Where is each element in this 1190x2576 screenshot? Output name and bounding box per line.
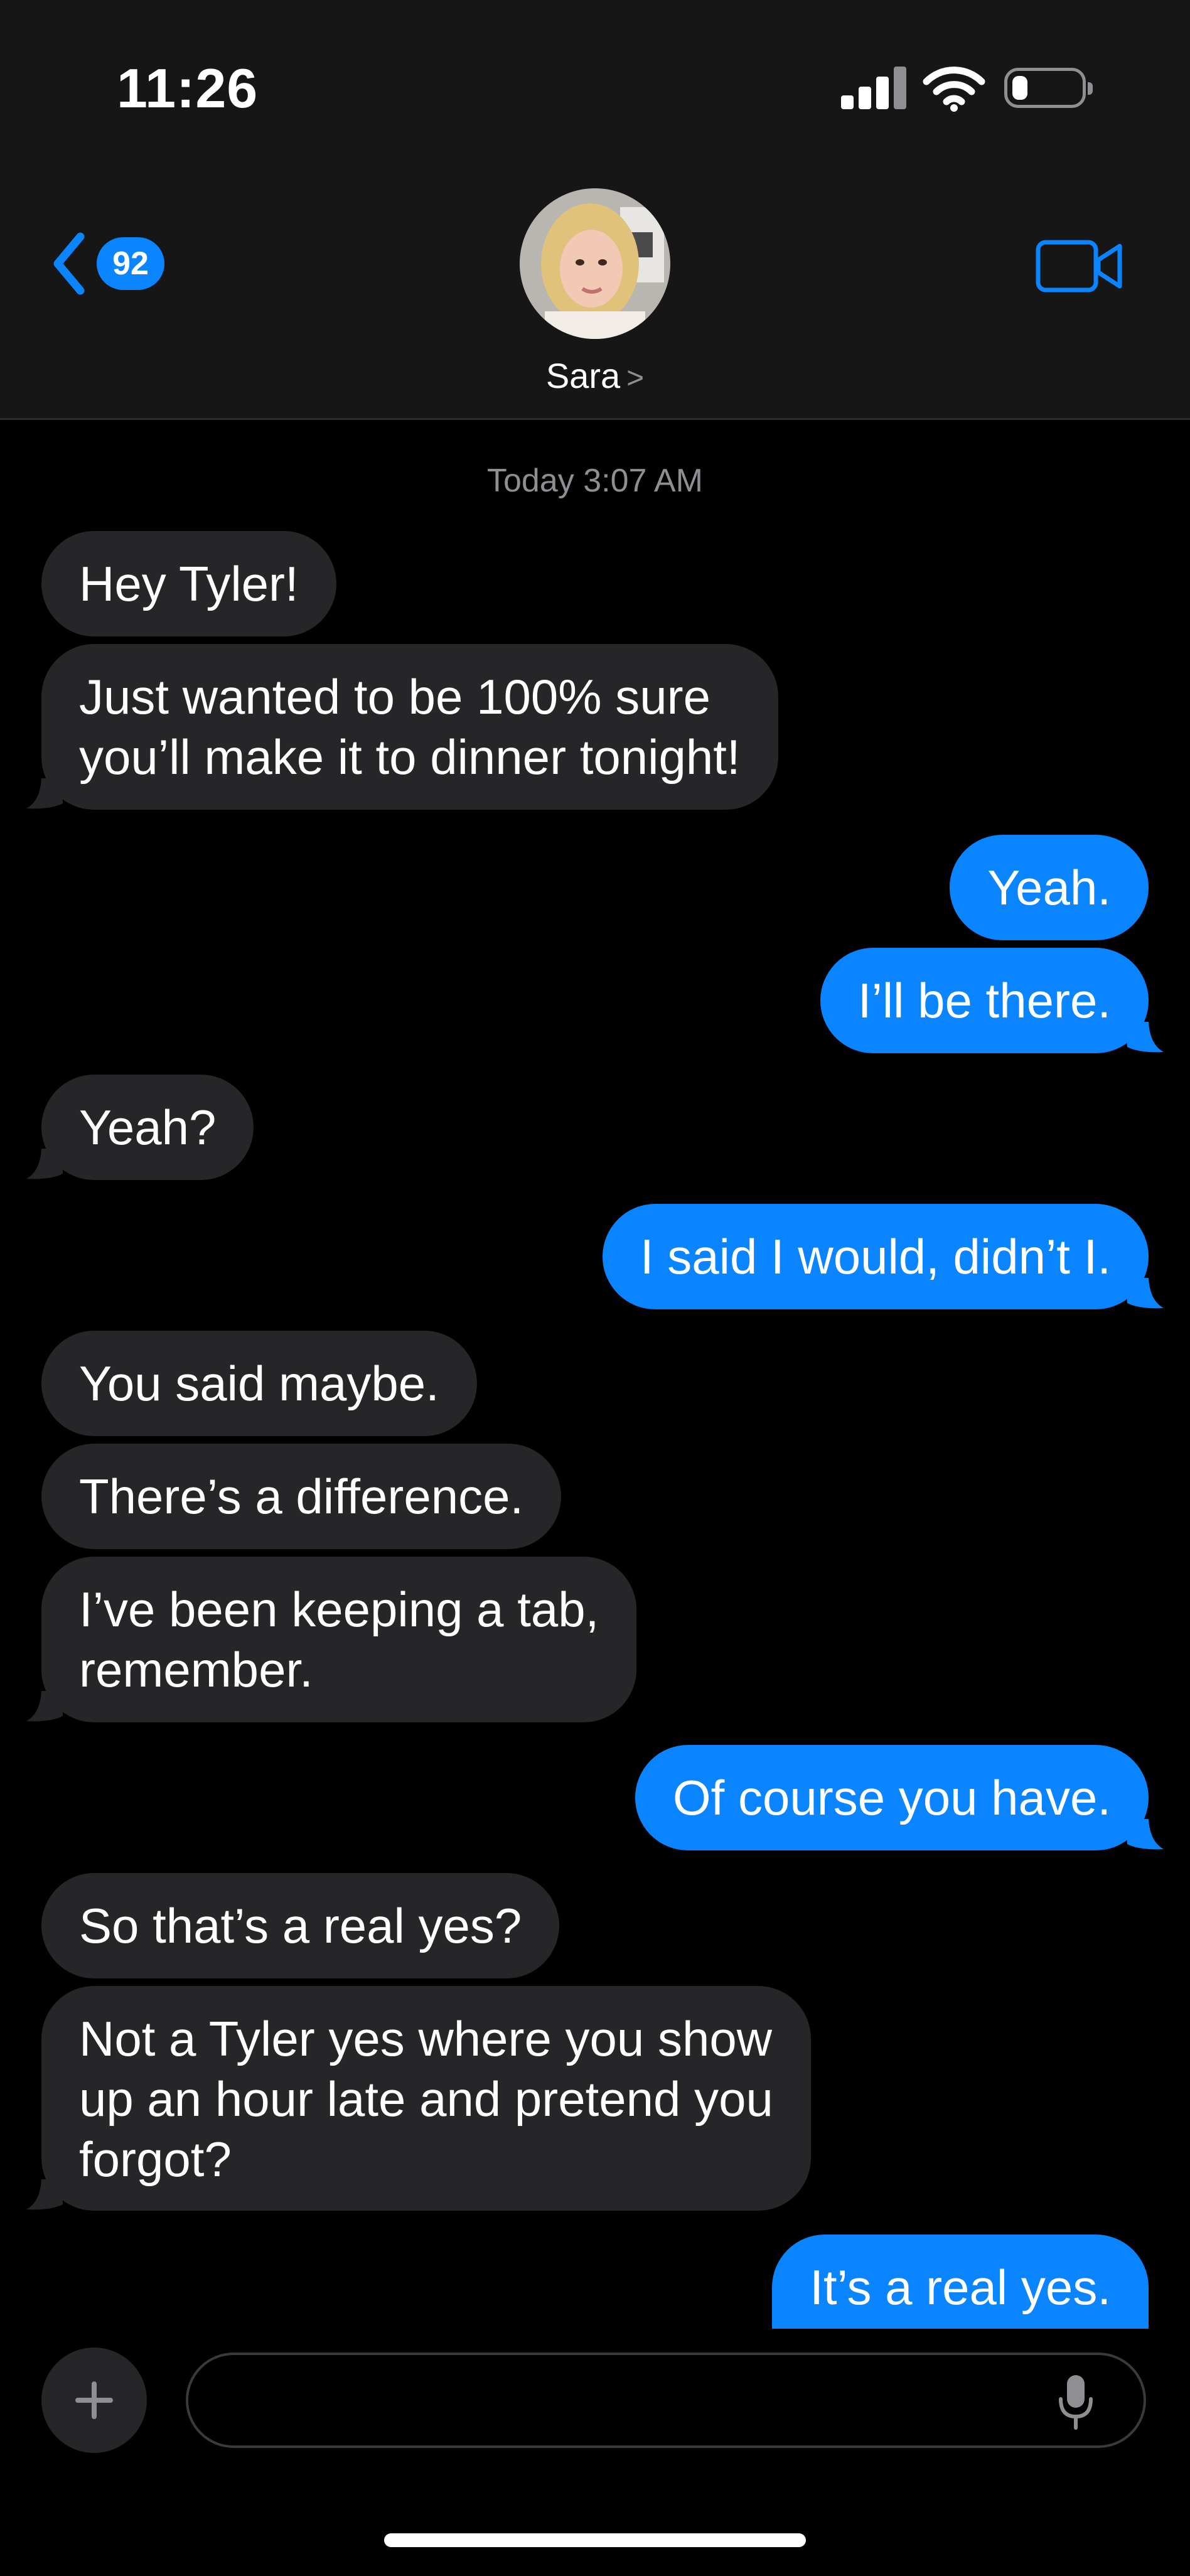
video-call-icon[interactable] [1036,240,1123,292]
bubble-tail [26,1691,63,1722]
microphone-icon[interactable] [1057,2374,1095,2430]
message-input[interactable] [220,2355,1038,2447]
back-button[interactable]: 92 [48,226,164,301]
message-bubble-incoming[interactable]: I’ve been keeping a tab, remember. [41,1557,637,1722]
conversation-timestamp: Today 3:07 AM [487,463,703,499]
bubble-tail [1127,1022,1164,1053]
message-bubble-incoming[interactable]: So that’s a real yes? [41,1873,560,1978]
contact-name-label: Sara [545,356,621,395]
unread-count-badge: 92 [97,237,164,290]
navigation-header: 11:26 92 Sara > [0,0,1190,420]
status-time: 11:26 [117,57,259,119]
message-bubble-outgoing[interactable]: I said I would, didn’t I. [602,1204,1149,1309]
contact-avatar[interactable] [520,188,670,339]
message-bubble-incoming[interactable]: Yeah? [41,1075,254,1180]
plus-icon [75,2381,113,2419]
message-bubble-outgoing[interactable]: Of course you have. [635,1745,1149,1850]
bubble-tail [1127,1278,1164,1309]
back-chevron-icon [53,232,85,295]
contact-name[interactable]: Sara > [0,355,1190,396]
battery-level [1012,76,1027,100]
add-attachment-button[interactable] [41,2348,147,2453]
message-bubble-incoming[interactable]: Not a Tyler yes where you show up an hou… [41,1986,811,2211]
bubble-tail [26,2179,63,2210]
contact-chevron-icon: > [626,362,645,395]
bubble-tail [1127,1819,1164,1850]
bubble-tail [26,778,63,809]
bubble-tail [26,1149,63,1179]
message-bubble-incoming[interactable]: There’s a difference. [41,1444,562,1549]
message-bubble-incoming[interactable]: You said maybe. [41,1331,477,1436]
message-bubble-outgoing[interactable]: Yeah. [950,835,1149,940]
battery-icon [1004,68,1093,108]
message-bubble-incoming[interactable]: Just wanted to be 100% sure you’ll make … [41,644,778,810]
message-bubble-outgoing[interactable]: I’ll be there. [820,948,1149,1053]
message-bubble-incoming[interactable]: Hey Tyler! [41,531,336,636]
home-indicator[interactable] [384,2533,806,2547]
avatar-photo [520,188,670,339]
message-bubble-outgoing[interactable]: It’s a real yes. [772,2235,1149,2329]
signal-icon [841,65,906,109]
wifi-icon [923,67,985,112]
message-composer[interactable] [186,2353,1146,2448]
